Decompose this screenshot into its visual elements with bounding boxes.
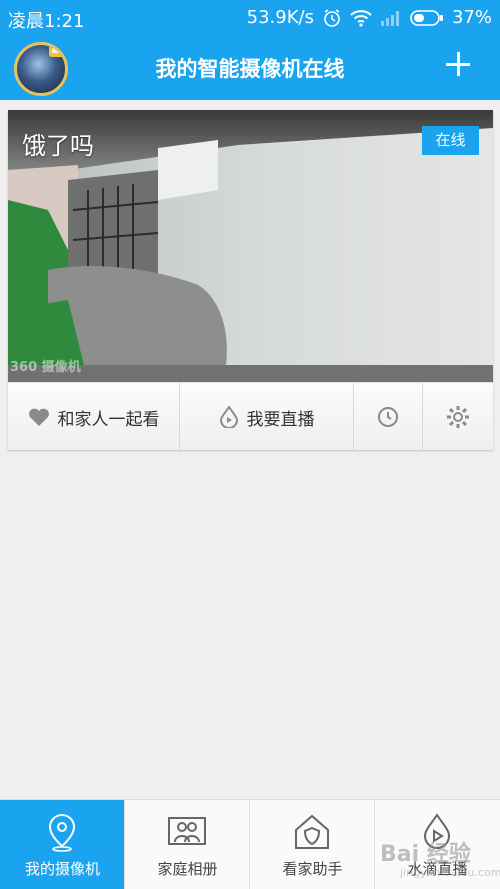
camera-name: 饿了吗 bbox=[22, 132, 94, 160]
watch-with-family-button[interactable]: 和家人一起看 bbox=[8, 383, 180, 451]
battery-icon bbox=[410, 9, 444, 27]
tab-home-assistant[interactable]: 看家助手 bbox=[250, 800, 375, 889]
status-badge: 在线 bbox=[422, 126, 479, 155]
tab-family-album[interactable]: 家庭相册 bbox=[125, 800, 250, 889]
camera-actions: 和家人一起看 我要直播 bbox=[8, 382, 493, 451]
live-broadcast-label: 我要直播 bbox=[246, 409, 315, 430]
baidu-watermark: Bai 经验 bbox=[380, 842, 471, 867]
camera-card: 饿了吗 在线 360 摄像机 和家人一起看 我要直播 bbox=[8, 110, 493, 451]
tab-family-album-label: 家庭相册 bbox=[157, 860, 218, 878]
alarm-icon bbox=[322, 8, 342, 28]
page-title: 我的智能摄像机在线 bbox=[155, 57, 345, 81]
wifi-icon bbox=[350, 9, 372, 27]
photo-album-icon bbox=[168, 817, 206, 845]
live-broadcast-button[interactable]: 我要直播 bbox=[180, 383, 354, 451]
camera-watermark: 360 摄像机 bbox=[10, 360, 81, 375]
top-bar: 凌晨1:21 53.9K/s 37% 我的智能摄像机在线 bbox=[0, 0, 500, 100]
add-camera-button[interactable] bbox=[446, 52, 470, 76]
network-speed: 53.9K/s bbox=[246, 7, 314, 28]
clock-icon bbox=[378, 407, 398, 427]
tab-my-cameras[interactable]: 我的摄像机 bbox=[0, 800, 125, 889]
battery-percent: 37% bbox=[451, 7, 492, 28]
tab-home-assistant-label: 看家助手 bbox=[282, 860, 343, 878]
history-button[interactable] bbox=[354, 383, 423, 451]
heart-icon bbox=[28, 408, 49, 426]
status-right: 53.9K/s 37% bbox=[247, 7, 492, 28]
signal-icon bbox=[380, 10, 402, 26]
baidu-watermark-sub: jingyan.baidu.com bbox=[400, 866, 500, 879]
app-bar: 我的智能摄像机在线 bbox=[0, 36, 500, 100]
status-bar: 凌晨1:21 53.9K/s 37% bbox=[0, 0, 500, 36]
tab-my-cameras-label: 我的摄像机 bbox=[24, 860, 100, 878]
gear-icon bbox=[447, 406, 469, 428]
home-shield-icon bbox=[295, 814, 329, 849]
watch-with-family-label: 和家人一起看 bbox=[57, 409, 160, 430]
status-time: 凌晨1:21 bbox=[8, 11, 85, 32]
settings-button[interactable] bbox=[423, 383, 493, 451]
camera-preview[interactable]: 饿了吗 在线 360 摄像机 bbox=[8, 110, 493, 382]
live-drop-icon bbox=[219, 406, 238, 428]
location-pin-icon bbox=[48, 813, 76, 852]
